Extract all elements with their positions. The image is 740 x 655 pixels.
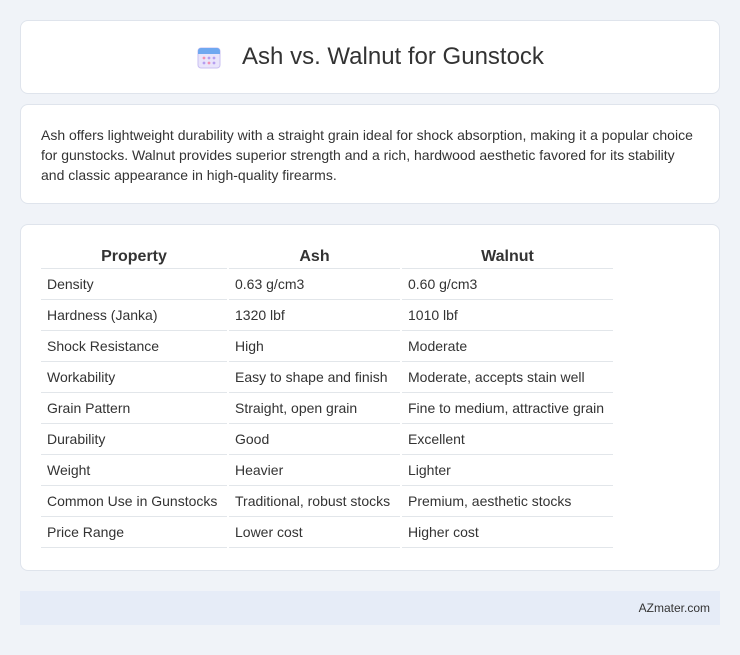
table-row: Grain Pattern Straight, open grain Fine to… (41, 393, 613, 424)
cell-walnut: Higher cost (402, 517, 613, 548)
cell-ash: Heavier (229, 455, 400, 486)
cell-property: Shock Resistance (41, 331, 227, 362)
intro-card: Ash offers lightweight durability with a… (20, 104, 720, 204)
cell-walnut: Moderate (402, 331, 613, 362)
table-card: Property Ash Walnut Density 0.63 g/cm3 0.6… (20, 224, 720, 571)
cell-walnut: 1010 lbf (402, 300, 613, 331)
cell-walnut: Moderate, accepts stain well (402, 362, 613, 393)
title-card: Ash vs. Walnut for Gunstock (20, 20, 720, 94)
cell-property: Hardness (Janka) (41, 300, 227, 331)
table-header-row: Property Ash Walnut (41, 245, 613, 269)
cell-walnut: Fine to medium, attractive grain (402, 393, 613, 424)
cell-walnut: Premium, aesthetic stocks (402, 486, 613, 517)
cell-walnut: Lighter (402, 455, 613, 486)
table-row: Durability Good Excellent (41, 424, 613, 455)
cell-property: Common Use in Gunstocks (41, 486, 227, 517)
cell-walnut: 0.60 g/cm3 (402, 269, 613, 300)
comparison-table: Property Ash Walnut Density 0.63 g/cm3 0.6… (39, 245, 615, 548)
cell-ash: 0.63 g/cm3 (229, 269, 400, 300)
cell-ash: High (229, 331, 400, 362)
calendar-icon (196, 44, 222, 70)
cell-property: Grain Pattern (41, 393, 227, 424)
cell-ash: Lower cost (229, 517, 400, 548)
intro-text: Ash offers lightweight durability with a… (41, 127, 693, 183)
cell-property: Price Range (41, 517, 227, 548)
cell-ash: Good (229, 424, 400, 455)
cell-property: Density (41, 269, 227, 300)
cell-property: Weight (41, 455, 227, 486)
table-row: Density 0.63 g/cm3 0.60 g/cm3 (41, 269, 613, 300)
table-row: Price Range Lower cost Higher cost (41, 517, 613, 548)
cell-ash: Traditional, robust stocks (229, 486, 400, 517)
page-title: Ash vs. Walnut for Gunstock (242, 43, 544, 70)
column-header-ash: Ash (229, 245, 400, 269)
table-row: Shock Resistance High Moderate (41, 331, 613, 362)
footer-brand: AZmater.com (638, 601, 710, 615)
table-row: Common Use in Gunstocks Traditional, robu… (41, 486, 613, 517)
table-row: Workability Easy to shape and finish Moder… (41, 362, 613, 393)
cell-property: Workability (41, 362, 227, 393)
cell-walnut: Excellent (402, 424, 613, 455)
cell-ash: 1320 lbf (229, 300, 400, 331)
table-row: Weight Heavier Lighter (41, 455, 613, 486)
cell-ash: Easy to shape and finish (229, 362, 400, 393)
column-header-property: Property (41, 245, 227, 269)
cell-ash: Straight, open grain (229, 393, 400, 424)
footer: AZmater.com (20, 591, 720, 625)
column-header-walnut: Walnut (402, 245, 613, 269)
cell-property: Durability (41, 424, 227, 455)
table-row: Hardness (Janka) 1320 lbf 1010 lbf (41, 300, 613, 331)
